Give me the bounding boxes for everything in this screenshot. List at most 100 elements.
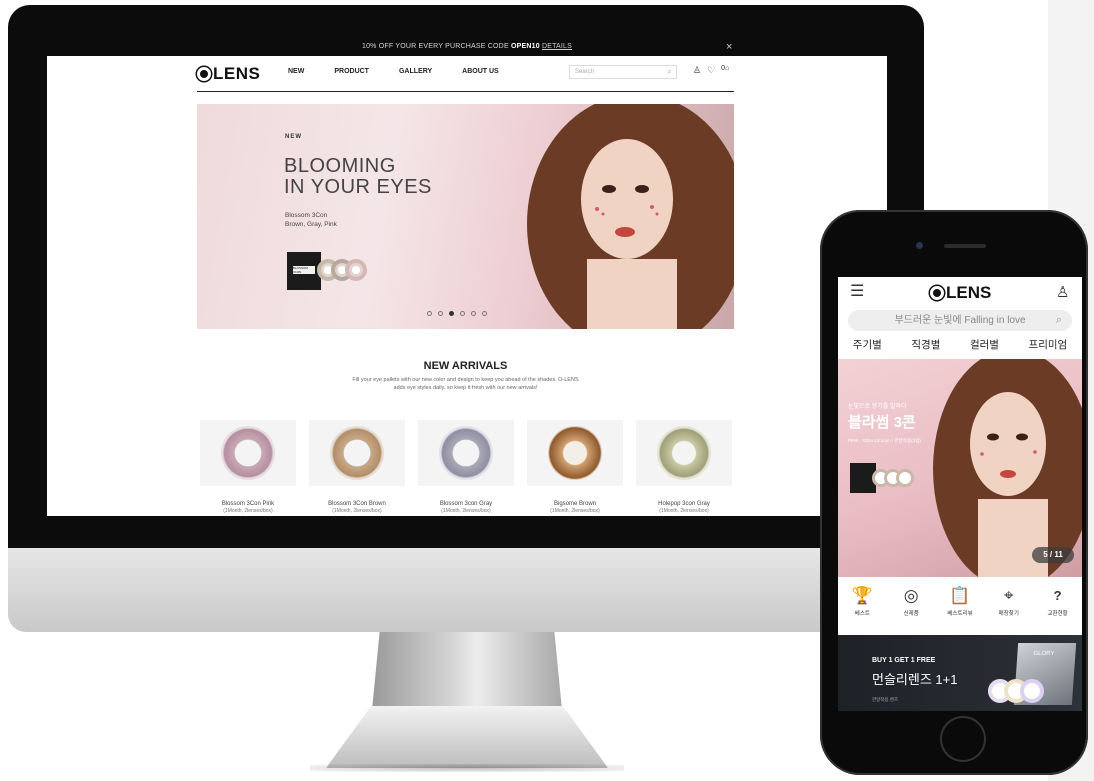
nav-about-us[interactable]: ABOUT US xyxy=(462,68,499,75)
cart-icon[interactable]: 0⌂ xyxy=(721,65,729,76)
promo-bar: 10% OFF YOUR EVERY PURCHASE CODE OPEN10 … xyxy=(47,38,887,56)
tab-diameter[interactable]: 직경별 xyxy=(911,337,940,352)
new-arrivals-description: Fill your eye pallets with our new color… xyxy=(352,377,579,391)
quick-label: 베스트리뷰 xyxy=(947,611,973,617)
search-icon[interactable]: ⌕ xyxy=(668,67,672,77)
quick-best[interactable]: 🏆 베스트 xyxy=(840,583,884,617)
nav-product[interactable]: PRODUCT xyxy=(334,68,369,75)
promo-details-link[interactable]: DETAILS xyxy=(542,43,572,50)
imac-shadow xyxy=(310,764,624,772)
slide-dot[interactable] xyxy=(471,311,476,316)
lens-image xyxy=(221,426,275,480)
mobile-quick-menu: 🏆 베스트 ◎ 신제품 📋 베스트리뷰 ⌖ 매장찾기 ? 교환현황 xyxy=(838,583,1082,617)
tab-premium[interactable]: 프리미엄 xyxy=(1029,337,1068,352)
site-header: LENS NEW PRODUCT GALLERY ABOUT US Search… xyxy=(197,60,734,92)
wishlist-icon[interactable]: ♡ xyxy=(707,65,715,76)
product-spec: (1Month, 2lenses/box) xyxy=(223,508,273,514)
mobile-hero-subtitle: PINK · GDIA 13.1mm / 한달착용(2입) xyxy=(848,438,921,443)
quick-label: 신제품 xyxy=(903,611,919,617)
logo-text: LENS xyxy=(213,64,261,83)
phone-camera xyxy=(916,242,923,249)
mobile-screen: ☰ LENS ♙ 부드러운 눈빛에 Falling in love ⌕ 주기별 … xyxy=(838,277,1082,711)
quick-exchange[interactable]: ? 교환현황 xyxy=(1036,583,1080,617)
hero-title-line1: BLOOMING xyxy=(284,155,396,177)
quick-store[interactable]: ⌖ 매장찾기 xyxy=(987,583,1031,617)
hero-colors: Brown, Gray, Pink xyxy=(285,221,337,228)
phone-home-button[interactable] xyxy=(940,716,986,762)
product-image[interactable] xyxy=(636,420,732,486)
mobile-logo[interactable]: LENS xyxy=(930,283,991,303)
slide-dot-active[interactable] xyxy=(449,311,454,316)
account-icon[interactable]: ♙ xyxy=(693,65,701,76)
product-card[interactable]: Blossom 3con Gray (1Month, 2lenses/box) xyxy=(418,420,514,514)
mobile-search-placeholder: 부드러운 눈빛에 Falling in love xyxy=(894,315,1026,326)
hamburger-menu-icon[interactable]: ☰ xyxy=(850,284,864,300)
product-name[interactable]: Blossom 3con Gray xyxy=(418,501,514,508)
product-card[interactable]: Bigsome Brown (1Month, 2lenses/box) xyxy=(527,420,623,514)
hero-product-box: BLOSSOM 3CON xyxy=(287,252,321,290)
imac-chin xyxy=(8,548,924,632)
nav-new[interactable]: NEW xyxy=(288,68,304,75)
promo-code: OPEN10 xyxy=(510,43,540,50)
product-image[interactable] xyxy=(527,420,623,486)
product-name[interactable]: Holepop 3con Gray xyxy=(636,501,732,508)
product-image[interactable] xyxy=(309,420,405,486)
cart-count: 0 xyxy=(721,65,726,72)
banner-title: 먼슬리렌즈 1+1 xyxy=(872,672,958,687)
header-icons: ♙ ♡ 0⌂ xyxy=(693,65,729,76)
slide-dot[interactable] xyxy=(438,311,443,316)
product-spec: (1Month, 2lenses/box) xyxy=(659,508,709,514)
slide-dot[interactable] xyxy=(427,311,432,316)
product-image[interactable] xyxy=(418,420,514,486)
mobile-hero-kicker: 눈빛으로 향기를 말하다 xyxy=(848,404,907,410)
lens-image xyxy=(657,426,711,480)
quick-new[interactable]: ◎ 신제품 xyxy=(889,583,933,617)
lens-image xyxy=(330,426,384,480)
logo-lens-icon xyxy=(930,286,944,300)
map-pin-icon: ⌖ xyxy=(1003,586,1014,605)
product-image[interactable] xyxy=(200,420,296,486)
search-icon[interactable]: ⌕ xyxy=(1056,310,1062,331)
imac-stand-neck xyxy=(372,632,562,710)
hero-slide-dots xyxy=(427,311,487,316)
mobile-promo-banner[interactable]: BUY 1 GET 1 FREE 먼슬리렌즈 1+1 한달착용 렌즈 GLORY xyxy=(838,635,1082,711)
lens-image xyxy=(439,426,493,480)
banner-note: 한달착용 렌즈 xyxy=(872,697,899,702)
promo-close-button[interactable]: × xyxy=(726,39,732,55)
quick-label: 매장찾기 xyxy=(998,611,1019,617)
product-row: Blossom 3Con Pink (1Month, 2lenses/box) … xyxy=(200,420,732,514)
mobile-hero-banner[interactable]: 눈빛으로 향기를 말하다 블라썸 3콘 PINK · GDIA 13.1mm /… xyxy=(838,359,1082,577)
mobile-hero-title: 블라썸 3콘 xyxy=(848,414,916,431)
product-name[interactable]: Blossom 3Con Brown xyxy=(309,501,405,508)
user-icon[interactable]: ♙ xyxy=(1056,283,1069,301)
mobile-search-input[interactable]: 부드러운 눈빛에 Falling in love ⌕ xyxy=(848,310,1072,331)
lens-image xyxy=(548,426,602,480)
hero-box-label: BLOSSOM 3CON xyxy=(293,266,315,274)
product-card[interactable]: Holepop 3con Gray (1Month, 2lenses/box) xyxy=(636,420,732,514)
quick-label: 베스트 xyxy=(854,611,870,617)
search-input[interactable]: Search ⌕ xyxy=(569,65,677,79)
nav-gallery[interactable]: GALLERY xyxy=(399,68,432,75)
search-placeholder: Search xyxy=(575,69,595,75)
slide-dot[interactable] xyxy=(482,311,487,316)
product-name[interactable]: Blossom 3Con Pink xyxy=(200,501,296,508)
hero-title-line2: IN YOUR EYES xyxy=(284,176,432,198)
product-name[interactable]: Bigsome Brown xyxy=(527,501,623,508)
mobile-logo-text: LENS xyxy=(946,283,992,302)
product-card[interactable]: Blossom 3Con Pink (1Month, 2lenses/box) xyxy=(200,420,296,514)
mobile-hero-model-image xyxy=(933,359,1082,577)
slide-dot[interactable] xyxy=(460,311,465,316)
tab-color[interactable]: 컬러별 xyxy=(970,337,999,352)
new-badge-icon: ◎ xyxy=(903,586,919,605)
quick-review[interactable]: 📋 베스트리뷰 xyxy=(938,583,982,617)
product-card[interactable]: Blossom 3Con Brown (1Month, 2lenses/box) xyxy=(309,420,405,514)
hero-product: Blossom 3Con xyxy=(285,212,328,219)
mobile-hero-lens-3 xyxy=(896,469,914,487)
mobile-header: ☰ LENS ♙ xyxy=(838,277,1082,309)
main-nav: NEW PRODUCT GALLERY ABOUT US xyxy=(288,68,499,75)
banner-kicker: BUY 1 GET 1 FREE xyxy=(872,657,936,664)
logo[interactable]: LENS xyxy=(197,64,260,84)
hero-banner[interactable]: NEW BLOOMING IN YOUR EYES Blossom 3Con B… xyxy=(197,104,734,329)
product-spec: (1Month, 2lenses/box) xyxy=(332,508,382,514)
tab-cycle[interactable]: 주기별 xyxy=(853,337,882,352)
